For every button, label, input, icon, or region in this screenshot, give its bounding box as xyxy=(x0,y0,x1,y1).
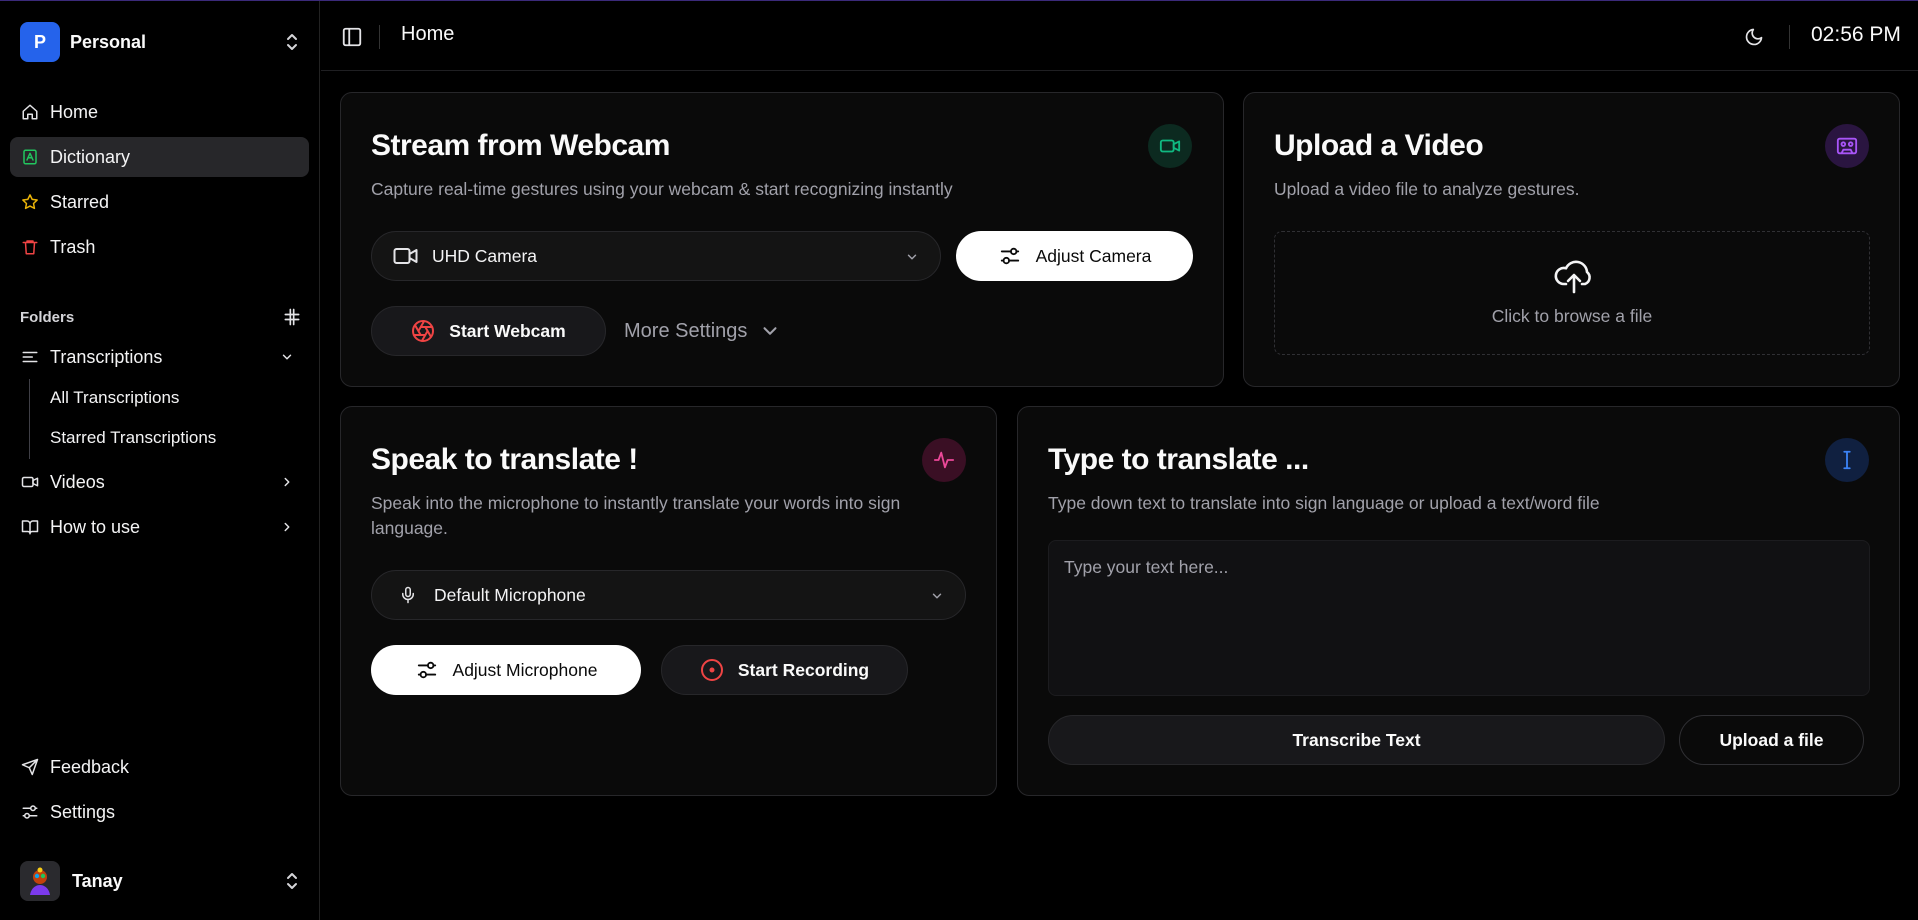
subtree-line xyxy=(29,379,30,459)
clock: 02:56 PM xyxy=(1811,23,1901,46)
chevron-down-icon xyxy=(277,347,297,367)
start-recording-label: Start Recording xyxy=(737,659,870,680)
type-card-description: Type down text to translate into sign la… xyxy=(1048,493,1600,513)
webcam-card-description: Capture real-time gestures using your we… xyxy=(371,179,953,199)
theme-toggle-button[interactable] xyxy=(1741,24,1767,50)
sidebar: P Personal Home Dictionary Starred Trash… xyxy=(0,1,320,920)
menu-lines-icon xyxy=(20,347,40,367)
nav-settings[interactable]: Settings xyxy=(10,792,309,832)
settings-sliders-icon xyxy=(415,658,439,682)
nav-home-label: Home xyxy=(50,101,99,122)
more-settings-label: More Settings xyxy=(624,319,748,342)
chevron-down-icon xyxy=(927,586,947,606)
sub-item-all-transcriptions[interactable]: All Transcriptions xyxy=(42,382,187,414)
nav-trash-label: Trash xyxy=(50,236,96,257)
folder-transcriptions[interactable]: Transcriptions xyxy=(10,337,309,377)
trash-icon xyxy=(20,237,40,257)
upload-file-button[interactable]: Upload a file xyxy=(1679,715,1864,765)
folders-header: Folders xyxy=(20,307,302,327)
adjust-camera-button[interactable]: Adjust Camera xyxy=(956,231,1193,281)
microphone-select[interactable]: Default Microphone xyxy=(371,570,966,620)
chevron-down-icon xyxy=(902,247,922,267)
avatar xyxy=(20,861,60,901)
chevron-down-icon xyxy=(759,320,781,342)
upload-card-description: Upload a video file to analyze gestures. xyxy=(1274,179,1580,199)
video-icon xyxy=(392,244,420,268)
record-icon xyxy=(700,658,724,682)
transcribe-text-button[interactable]: Transcribe Text xyxy=(1048,715,1665,765)
type-card-title: Type to translate ... xyxy=(1048,443,1309,476)
workspace-name: Personal xyxy=(70,31,147,52)
chevrons-up-down-icon xyxy=(284,32,300,52)
upload-file-label: Upload a file xyxy=(1719,729,1824,750)
more-settings-toggle[interactable]: More Settings xyxy=(624,319,781,343)
dropzone-text: Click to browse a file xyxy=(1491,306,1653,326)
webcam-card-title: Stream from Webcam xyxy=(371,129,670,162)
divider xyxy=(379,25,380,49)
nav-dictionary-label: Dictionary xyxy=(50,146,131,167)
nav-feedback-label: Feedback xyxy=(50,756,130,777)
send-icon xyxy=(20,757,40,777)
topbar: Home 02:56 PM xyxy=(321,1,1918,71)
folder-how-to-use-label: How to use xyxy=(50,516,141,537)
nav-dictionary[interactable]: Dictionary xyxy=(10,137,309,177)
divider xyxy=(1789,25,1790,49)
nav-starred[interactable]: Starred xyxy=(10,182,309,222)
nav-settings-label: Settings xyxy=(50,801,116,822)
activity-icon xyxy=(922,438,966,482)
settings-sliders-icon xyxy=(20,802,40,822)
video-camera-icon xyxy=(1148,124,1192,168)
book-open-icon xyxy=(20,517,40,537)
page-title: Home xyxy=(401,23,455,45)
speak-card-description: Speak into the microphone to instantly t… xyxy=(371,493,901,538)
workspace-logo: P xyxy=(20,22,60,62)
start-recording-button[interactable]: Start Recording xyxy=(661,645,908,695)
nav-starred-label: Starred xyxy=(50,191,110,212)
adjust-microphone-button[interactable]: Adjust Microphone xyxy=(371,645,641,695)
file-dropzone[interactable]: Click to browse a file xyxy=(1274,231,1870,355)
text-input[interactable]: Type your text here... xyxy=(1048,540,1870,696)
adjust-camera-label: Adjust Camera xyxy=(1035,245,1152,266)
hash-icon[interactable] xyxy=(282,307,302,327)
aperture-icon xyxy=(411,319,435,343)
nav-feedback[interactable]: Feedback xyxy=(10,747,309,787)
home-icon xyxy=(20,102,40,122)
dictionary-icon xyxy=(20,147,40,167)
panel-left-icon xyxy=(341,26,363,48)
user-name: Tanay xyxy=(72,870,123,891)
start-webcam-button[interactable]: Start Webcam xyxy=(371,306,606,356)
chevrons-up-down-icon xyxy=(284,871,300,891)
microphone-select-value: Default Microphone xyxy=(434,584,586,605)
user-menu[interactable]: Tanay xyxy=(20,861,300,901)
chevron-right-icon xyxy=(277,472,297,492)
sub-item-starred-transcriptions[interactable]: Starred Transcriptions xyxy=(42,422,224,454)
camera-select[interactable]: UHD Camera xyxy=(371,231,941,281)
folders-header-label: Folders xyxy=(20,308,75,326)
cassette-icon xyxy=(1825,124,1869,168)
upload-card-title: Upload a Video xyxy=(1274,129,1484,162)
folder-videos[interactable]: Videos xyxy=(10,462,309,502)
microphone-icon xyxy=(398,583,418,607)
nav-home[interactable]: Home xyxy=(10,92,309,132)
workspace-switcher[interactable]: P Personal xyxy=(20,22,300,62)
nav-trash[interactable]: Trash xyxy=(10,227,309,267)
text-cursor-icon xyxy=(1825,438,1869,482)
cloud-upload-icon xyxy=(1554,258,1594,294)
folder-transcriptions-label: Transcriptions xyxy=(50,346,163,367)
video-icon xyxy=(20,472,40,492)
app-root: P Personal Home Dictionary Starred Trash… xyxy=(0,0,1918,920)
folder-videos-label: Videos xyxy=(50,471,105,492)
speak-card-title: Speak to translate ! xyxy=(371,443,638,476)
camera-select-value: UHD Camera xyxy=(432,245,538,266)
chevron-right-icon xyxy=(277,517,297,537)
sidebar-toggle-button[interactable] xyxy=(339,24,365,50)
adjust-microphone-label: Adjust Microphone xyxy=(452,659,598,680)
folder-how-to-use[interactable]: How to use xyxy=(10,507,309,547)
settings-sliders-icon xyxy=(998,244,1022,268)
moon-icon xyxy=(1744,27,1764,47)
start-webcam-label: Start Webcam xyxy=(449,320,566,341)
transcribe-text-label: Transcribe Text xyxy=(1292,729,1421,750)
star-icon xyxy=(20,192,40,212)
